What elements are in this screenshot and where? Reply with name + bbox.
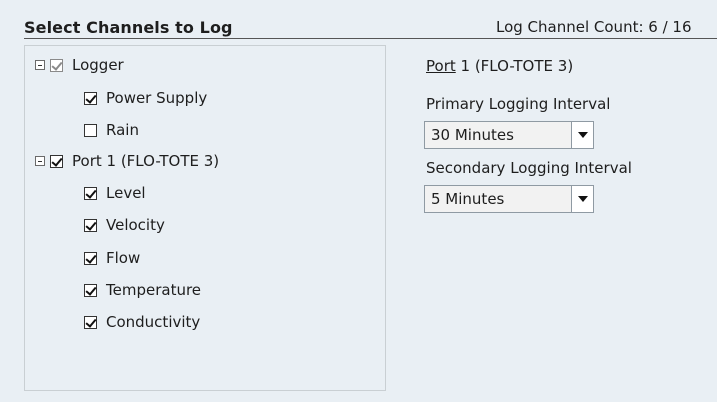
tree-node-label: Flow	[106, 249, 141, 267]
page-title: Select Channels to Log	[24, 18, 233, 37]
tree-node-label: Level	[106, 184, 146, 202]
tree-node-label: Rain	[106, 121, 139, 139]
chevron-down-icon	[577, 132, 588, 138]
header-divider	[24, 38, 717, 39]
tree-node-flow[interactable]: Flow	[84, 246, 140, 270]
primary-interval-select[interactable]: 30 Minutes	[424, 121, 594, 149]
tree-node-conductivity[interactable]: Conductivity	[84, 310, 200, 334]
chevron-down-icon	[577, 196, 588, 202]
collapse-icon[interactable]	[35, 60, 45, 70]
primary-interval-label: Primary Logging Interval	[426, 95, 611, 113]
flow-checkbox[interactable]	[84, 251, 97, 265]
tree-node-power-supply[interactable]: Power Supply	[84, 86, 207, 110]
log-channel-count: Log Channel Count: 6 / 16	[496, 18, 692, 36]
primary-interval-dropdown-button[interactable]	[571, 122, 593, 148]
tree-node-port-1[interactable]: Port 1 (FLO-TOTE 3)	[35, 149, 219, 173]
tree-node-level[interactable]: Level	[84, 181, 146, 205]
temperature-checkbox[interactable]	[84, 283, 97, 297]
tree-node-label: Port 1 (FLO-TOTE 3)	[72, 152, 220, 170]
tree-node-label: Velocity	[106, 216, 165, 234]
tree-node-temperature[interactable]: Temperature	[84, 278, 201, 302]
secondary-interval-select[interactable]: 5 Minutes	[424, 185, 594, 213]
primary-interval-value[interactable]: 30 Minutes	[425, 122, 571, 148]
port-title-prefix: Port	[426, 57, 456, 75]
tree-node-label: Power Supply	[106, 89, 208, 107]
channel-tree[interactable]: Logger Power Supply Rain Port 1 (FLO-TOT…	[24, 45, 386, 391]
port-title-suffix: 1 (FLO-TOTE 3)	[455, 57, 574, 75]
level-checkbox[interactable]	[84, 186, 97, 200]
tree-node-rain[interactable]: Rain	[84, 118, 139, 142]
velocity-checkbox[interactable]	[84, 218, 97, 232]
power-supply-checkbox[interactable]	[84, 91, 97, 105]
selected-port-title: Port 1 (FLO-TOTE 3)	[426, 57, 573, 75]
port-1-checkbox[interactable]	[50, 154, 63, 168]
tree-node-velocity[interactable]: Velocity	[84, 213, 165, 237]
secondary-interval-value[interactable]: 5 Minutes	[425, 186, 571, 212]
conductivity-checkbox[interactable]	[84, 315, 97, 329]
rain-checkbox[interactable]	[84, 123, 97, 137]
tree-node-logger[interactable]: Logger	[35, 53, 124, 77]
secondary-interval-dropdown-button[interactable]	[571, 186, 593, 212]
logger-checkbox	[50, 58, 63, 72]
secondary-interval-label: Secondary Logging Interval	[426, 159, 632, 177]
collapse-icon[interactable]	[35, 156, 45, 166]
tree-node-label: Temperature	[106, 281, 202, 299]
tree-node-label: Logger	[72, 56, 124, 74]
header: Select Channels to Log Log Channel Count…	[0, 0, 717, 40]
tree-node-label: Conductivity	[106, 313, 201, 331]
